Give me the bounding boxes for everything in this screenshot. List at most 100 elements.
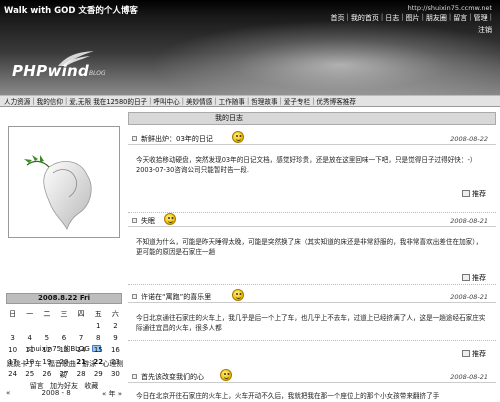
calendar-day[interactable]: 19 bbox=[38, 356, 55, 368]
calendar-day[interactable]: 6 bbox=[55, 332, 72, 344]
calendar-prev[interactable]: « bbox=[6, 389, 10, 399]
calendar-day bbox=[4, 320, 21, 332]
section-title: 我的日志 bbox=[128, 112, 496, 125]
calendar-day[interactable]: 26 bbox=[38, 368, 55, 380]
divider bbox=[128, 212, 496, 213]
category-item[interactable]: 呼叫中心 bbox=[153, 96, 179, 106]
calendar: 日 一 二 三 四 五 六 1 2 3 4 5 6 7 8 9 10 11 12… bbox=[4, 308, 124, 380]
post-body: 今日在北京开往石家庄的火车上，火车开动不久后，我就把我在那一个座位上的那个小女孩… bbox=[136, 392, 440, 400]
post-title[interactable]: 许诺在“寓跑”的喜乐里 bbox=[141, 292, 211, 302]
calendar-day[interactable]: 1 bbox=[90, 320, 107, 332]
calendar-day[interactable]: 8 bbox=[90, 332, 107, 344]
calendar-day bbox=[38, 320, 55, 332]
nav-log[interactable]: 日志 bbox=[385, 13, 399, 23]
calendar-day[interactable]: 27 bbox=[55, 368, 72, 380]
site-url[interactable]: http://shuixin75.ccmw.net bbox=[408, 4, 492, 12]
recommend-link[interactable]: 推荐 bbox=[462, 273, 486, 283]
post-body: 今日北京通往石家庄的火车上，我几乎是后一个上了车，也几乎上不去车，过道上已经挤满… bbox=[136, 314, 486, 332]
post-title[interactable]: 失眠 bbox=[141, 216, 155, 226]
calendar-day[interactable]: 15 bbox=[90, 344, 107, 356]
calendar-day[interactable]: 5 bbox=[38, 332, 55, 344]
calendar-row: 17 18 19 20 21 22 23 bbox=[4, 356, 124, 368]
calendar-day[interactable]: 11 bbox=[21, 344, 38, 356]
smiley-icon bbox=[232, 289, 244, 301]
category-item[interactable]: 人力资源 bbox=[4, 96, 30, 106]
category-item[interactable]: 工作随事 bbox=[219, 96, 245, 106]
blog-logo-sub: BLOG bbox=[89, 70, 106, 77]
calendar-day[interactable]: 20 bbox=[55, 356, 72, 368]
smiley-icon bbox=[164, 213, 176, 225]
calendar-day[interactable]: 17 bbox=[4, 356, 21, 368]
calendar-day[interactable]: 18 bbox=[21, 356, 38, 368]
calendar-day[interactable]: 21 bbox=[73, 356, 90, 368]
calendar-row: 3 4 5 6 7 8 9 bbox=[4, 332, 124, 344]
nav-friends[interactable]: 朋友圈 bbox=[426, 13, 447, 23]
calendar-day[interactable]: 13 bbox=[55, 344, 72, 356]
calendar-day[interactable]: 9 bbox=[107, 332, 124, 344]
weekday: 六 bbox=[111, 310, 119, 318]
post-header: 新鲜出炉：03年的日记 2008-08-22 bbox=[128, 131, 496, 145]
smiley-icon bbox=[232, 131, 244, 143]
calendar-day[interactable]: 24 bbox=[4, 368, 21, 380]
avatar[interactable] bbox=[8, 126, 120, 238]
post-body: 不知道为什么，可能是昨天睡得太晚，可能是突然换了床（其实知道的床还是非常舒服的，… bbox=[136, 238, 483, 256]
phpwind-logo: PHPwind bbox=[12, 62, 90, 80]
calendar-day[interactable]: 10 bbox=[4, 344, 21, 356]
header-banner: Walk with GOD 文香的个人博客 http://shuixin75.c… bbox=[0, 0, 500, 95]
category-item[interactable]: 优秀博客推荐 bbox=[316, 96, 356, 106]
divider bbox=[128, 284, 496, 285]
logout-link[interactable]: 注销 bbox=[478, 25, 492, 35]
calendar-day bbox=[21, 320, 38, 332]
bullet-icon bbox=[132, 294, 137, 299]
post-date: 2008-08-22 bbox=[450, 135, 488, 143]
calendar-day[interactable]: 2 bbox=[107, 320, 124, 332]
category-item[interactable]: 哲理故事 bbox=[251, 96, 277, 106]
weekday: 三 bbox=[60, 310, 68, 318]
post-date: 2008-08-21 bbox=[450, 373, 488, 381]
calendar-day[interactable]: 12 bbox=[38, 344, 55, 356]
calendar-day[interactable]: 29 bbox=[90, 368, 107, 380]
calendar-day bbox=[55, 320, 72, 332]
recommend-link[interactable]: 推荐 bbox=[462, 189, 486, 199]
weekday: 二 bbox=[43, 310, 51, 318]
post-item: 失眠 2008-08-21 不知道为什么，可能是昨天睡得太晚，可能是突然换了床（… bbox=[128, 213, 496, 285]
calendar-day[interactable]: 28 bbox=[73, 368, 90, 380]
calendar-day[interactable]: 23 bbox=[107, 356, 124, 368]
category-item[interactable]: 爱子专栏 bbox=[284, 96, 310, 106]
nav-my-home[interactable]: 我的首页 bbox=[351, 13, 379, 23]
calendar-day[interactable]: 4 bbox=[21, 332, 38, 344]
post-footer: 推荐 bbox=[128, 187, 496, 201]
nav-pictures[interactable]: 图片 bbox=[406, 13, 420, 23]
bullet-icon bbox=[132, 218, 137, 223]
calendar-day[interactable]: 25 bbox=[21, 368, 38, 380]
calendar-day[interactable]: 7 bbox=[73, 332, 90, 344]
calendar-day[interactable]: 14 bbox=[73, 344, 90, 356]
nav-manage[interactable]: 管理 bbox=[474, 13, 488, 23]
calendar-next[interactable]: « 年 » bbox=[102, 389, 122, 399]
nav-messages[interactable]: 留言 bbox=[453, 13, 467, 23]
recommend-icon bbox=[462, 350, 470, 357]
weekday: 一 bbox=[26, 310, 34, 318]
recommend-label: 推荐 bbox=[472, 274, 486, 282]
weekday: 四 bbox=[77, 310, 85, 318]
calendar-nav: « 2008 - 8 « 年 » bbox=[6, 389, 122, 399]
main-content: 我的日志 新鲜出炉：03年的日记 2008-08-22 今天收拾移动硬盘，突然发… bbox=[128, 112, 496, 402]
post-title[interactable]: 首先该改变我们的心 bbox=[141, 372, 204, 382]
calendar-day[interactable]: 22 bbox=[90, 356, 107, 368]
post-body: 今天收拾移动硬盘，突然发现03年的日记文档，感觉好珍贵，还是放在这里回味一下吧，… bbox=[136, 156, 477, 174]
calendar-day[interactable]: 16 bbox=[107, 344, 124, 356]
post-header: 首先该改变我们的心 2008-08-21 bbox=[128, 369, 496, 383]
category-item[interactable]: 我的信仰 bbox=[37, 96, 63, 106]
category-item[interactable]: 爱,无限 我在12580的日子 bbox=[69, 96, 147, 106]
calendar-row: 1 2 bbox=[4, 320, 124, 332]
recommend-link[interactable]: 推荐 bbox=[462, 349, 486, 359]
calendar-day[interactable]: 3 bbox=[4, 332, 21, 344]
post-item: 新鲜出炉：03年的日记 2008-08-22 今天收拾移动硬盘，突然发现03年的… bbox=[128, 131, 496, 201]
post-title[interactable]: 新鲜出炉：03年的日记 bbox=[141, 134, 213, 144]
category-item[interactable]: 美妙情感 bbox=[186, 96, 212, 106]
nav-home[interactable]: 首页 bbox=[330, 13, 344, 23]
calendar-header: 日 一 二 三 四 五 六 bbox=[4, 308, 124, 320]
site-title: Walk with GOD 文香的个人博客 bbox=[4, 6, 138, 16]
post-footer: 推荐 bbox=[128, 347, 496, 361]
calendar-day[interactable]: 30 bbox=[107, 368, 124, 380]
